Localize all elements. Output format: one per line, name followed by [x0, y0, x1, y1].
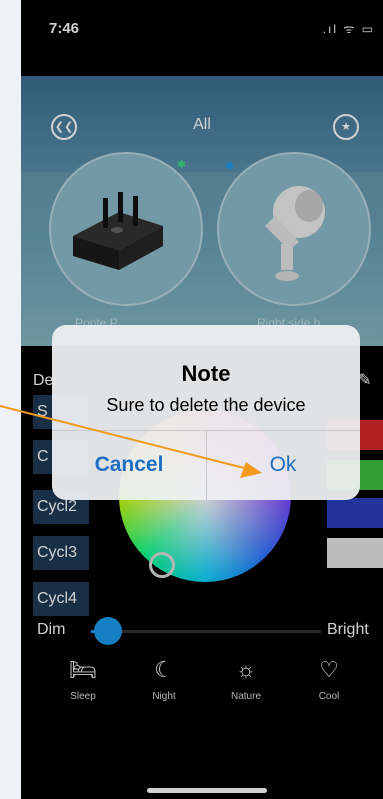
annotation-arrow [0, 405, 262, 478]
